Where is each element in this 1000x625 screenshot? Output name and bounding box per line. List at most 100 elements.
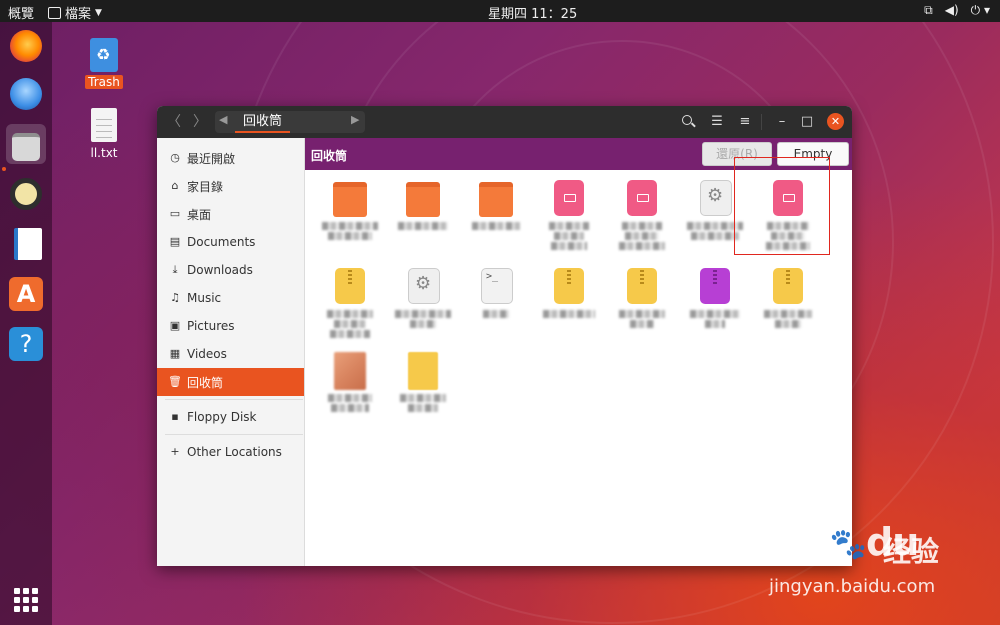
sidebar-item-label: 回收筒 [187, 375, 224, 390]
file-item[interactable] [461, 174, 531, 254]
minimize-button[interactable]: – [774, 114, 790, 130]
sidebar: ◷ 最近開啟 ⌂ 家目錄 ▭ 桌面 ▤ Documents ⤓ Download… [157, 138, 305, 566]
floppy-icon: ▪ [171, 410, 179, 423]
archive-icon [627, 268, 657, 304]
maximize-button[interactable]: □ [799, 114, 815, 130]
desktop-trash[interactable]: Trash [74, 38, 134, 89]
path-segment-current[interactable]: 回收筒 [235, 111, 291, 133]
app-menu[interactable]: 檔案 ▼ [48, 3, 102, 22]
folder-icon [333, 182, 367, 217]
settings-file-icon [700, 180, 732, 216]
dock: A ? [0, 22, 52, 625]
sidebar-item-label: 桌面 [187, 207, 212, 222]
software-icon: A [9, 277, 43, 311]
sidebar-item-videos[interactable]: ▦ Videos [157, 340, 304, 368]
desktop-file-label: ll.txt [90, 146, 118, 160]
file-name [390, 220, 456, 230]
path-scroll-right-icon[interactable]: ▶ [351, 113, 359, 126]
file-item[interactable] [607, 174, 677, 254]
activities-button[interactable]: 概覽 [8, 3, 34, 22]
home-icon: ⌂ [171, 179, 179, 192]
thunderbird-icon [10, 78, 42, 110]
file-item[interactable] [607, 262, 677, 342]
file-item[interactable] [388, 174, 458, 254]
archive-icon [773, 268, 803, 304]
sidebar-item-desktop[interactable]: ▭ 桌面 [157, 200, 304, 228]
dock-rhythmbox[interactable] [6, 174, 46, 214]
trash-icon [90, 38, 118, 72]
folder-icon [479, 182, 513, 217]
volume-icon: ◀) [944, 3, 959, 17]
file-name [463, 220, 529, 230]
menu-button[interactable]: ≡ [737, 114, 753, 130]
package-icon [627, 180, 657, 216]
file-item[interactable] [388, 346, 458, 426]
top-bar: 概覽 檔案 ▼ 星期四 11：25 ⧉ ◀) ⏻ ▾ [0, 0, 1000, 22]
sidebar-item-music[interactable]: ♫ Music [157, 284, 304, 312]
close-button[interactable]: ✕ [827, 113, 844, 130]
dock-files[interactable] [6, 124, 46, 164]
dock-thunderbird[interactable] [6, 74, 46, 114]
sidebar-item-floppy[interactable]: ▪ Floppy Disk [157, 403, 304, 431]
watermark-url: jingyan.baidu.com [769, 576, 936, 597]
settings-file-icon [408, 268, 440, 304]
file-name [536, 220, 602, 250]
file-name [609, 220, 675, 250]
file-item[interactable] [315, 346, 385, 426]
package-icon [554, 180, 584, 216]
writer-icon [14, 228, 42, 260]
clock-icon: ◷ [170, 151, 180, 164]
status-menu[interactable]: ⧉ ◀) ⏻ ▾ [924, 3, 990, 18]
show-applications-button[interactable] [14, 588, 38, 612]
help-icon: ? [9, 327, 43, 361]
sidebar-item-trash[interactable]: 🗑 回收筒 [157, 368, 304, 396]
path-bar: ◀ 回收筒 ▶ [215, 111, 365, 133]
sidebar-item-other-locations[interactable]: + Other Locations [157, 438, 304, 466]
sidebar-item-pictures[interactable]: ▣ Pictures [157, 312, 304, 340]
file-item[interactable] [461, 262, 531, 342]
file-item[interactable] [534, 174, 604, 254]
view-toggle-button[interactable]: ☰ [709, 114, 725, 130]
file-item[interactable] [753, 262, 823, 342]
file-item[interactable] [315, 174, 385, 254]
archive-icon [554, 268, 584, 304]
plus-icon: + [170, 445, 180, 458]
sidebar-item-recent[interactable]: ◷ 最近開啟 [157, 144, 304, 172]
dock-firefox[interactable] [6, 26, 46, 66]
sidebar-item-label: Other Locations [187, 445, 282, 459]
search-button[interactable] [680, 114, 696, 130]
jingyan-logo: 经验 [883, 535, 940, 568]
forward-button[interactable]: 〉 [191, 113, 209, 131]
archive-icon [700, 268, 730, 304]
header-separator [761, 114, 762, 130]
file-name [682, 308, 748, 328]
path-scroll-left-icon[interactable]: ◀ [219, 113, 227, 126]
sidebar-item-downloads[interactable]: ⤓ Downloads [157, 256, 304, 284]
back-button[interactable]: 〈 [165, 113, 183, 131]
image-file-icon [334, 352, 366, 390]
file-name [463, 308, 529, 318]
clock[interactable]: 星期四 11：25 [488, 3, 577, 22]
desktop-file-lltxt[interactable]: ll.txt [74, 108, 134, 160]
firefox-icon [10, 30, 42, 62]
header-bar: 〈 〉 ◀ 回收筒 ▶ ☰ ≡ – □ ✕ [157, 106, 852, 138]
file-name [390, 308, 456, 328]
sidebar-item-label: Floppy Disk [187, 410, 257, 424]
sidebar-item-documents[interactable]: ▤ Documents [157, 228, 304, 256]
sidebar-item-home[interactable]: ⌂ 家目錄 [157, 172, 304, 200]
file-item[interactable] [534, 262, 604, 342]
sidebar-item-label: 最近開啟 [187, 151, 236, 166]
file-item[interactable] [315, 262, 385, 342]
document-file-icon [408, 352, 438, 390]
sidebar-item-label: Pictures [187, 319, 235, 333]
running-indicator [2, 167, 6, 171]
file-item[interactable] [388, 262, 458, 342]
caret-down-icon: ▼ [95, 7, 102, 18]
dock-writer[interactable] [6, 224, 46, 264]
file-item[interactable] [680, 262, 750, 342]
sidebar-item-label: Videos [187, 347, 227, 361]
folder-icon [406, 182, 440, 217]
dock-software[interactable]: A [6, 274, 46, 314]
text-file-icon [91, 108, 117, 142]
dock-help[interactable]: ? [6, 324, 46, 364]
